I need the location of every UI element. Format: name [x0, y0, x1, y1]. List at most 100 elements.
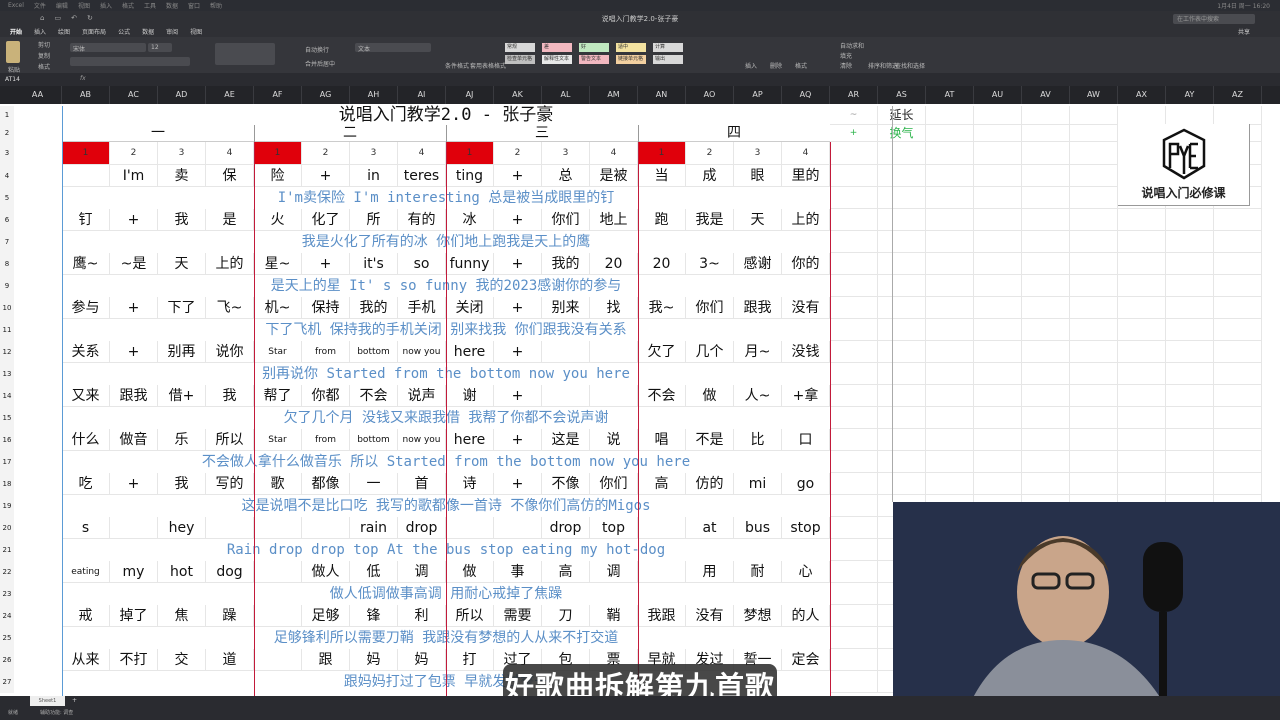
lyric-cell[interactable]: 做: [446, 561, 494, 583]
row-header-13[interactable]: 13: [0, 363, 14, 385]
lyric-cell[interactable]: 打: [446, 649, 494, 671]
empty-cell[interactable]: [1166, 363, 1214, 385]
sort-filter-button[interactable]: 排序和筛选: [868, 61, 898, 70]
empty-cell[interactable]: [1214, 341, 1262, 363]
empty-cell[interactable]: [878, 187, 926, 209]
lyric-cell[interactable]: +: [494, 429, 542, 451]
cell-style-9[interactable]: 输出: [653, 55, 683, 64]
empty-cell[interactable]: [974, 231, 1022, 253]
menu-item-5[interactable]: 格式: [122, 1, 134, 10]
empty-cell[interactable]: [1118, 106, 1166, 125]
lyric-cell[interactable]: 我: [158, 473, 206, 495]
empty-cell[interactable]: [1118, 363, 1166, 385]
lyric-cell[interactable]: 找: [590, 297, 638, 319]
empty-cell[interactable]: [1022, 231, 1070, 253]
lyric-cell[interactable]: 冰: [446, 209, 494, 231]
row-header-19[interactable]: 19: [0, 495, 14, 517]
lyric-cell[interactable]: +: [110, 209, 158, 231]
lyric-cell[interactable]: 你的: [782, 253, 830, 275]
lyric-cell[interactable]: 欠了: [638, 341, 686, 363]
sheet-tab-sheet1[interactable]: Sheet1: [30, 696, 65, 706]
lyric-cell[interactable]: 做音: [110, 429, 158, 451]
empty-cell[interactable]: [1022, 429, 1070, 451]
lyric-cell[interactable]: 锋: [350, 605, 398, 627]
empty-cell[interactable]: [878, 407, 926, 429]
empty-cell[interactable]: [926, 187, 974, 209]
row-header-14[interactable]: 14: [0, 385, 14, 407]
empty-cell[interactable]: [1214, 363, 1262, 385]
beat-cell[interactable]: 2: [494, 142, 542, 165]
empty-cell[interactable]: [926, 125, 974, 142]
lyric-cell[interactable]: 交: [158, 649, 206, 671]
lyric-cell[interactable]: 3~: [686, 253, 734, 275]
empty-cell[interactable]: [974, 165, 1022, 187]
empty-cell[interactable]: [830, 209, 878, 231]
empty-cell[interactable]: [1214, 407, 1262, 429]
lyric-cell[interactable]: [254, 561, 302, 583]
beat-cell[interactable]: 1: [446, 142, 494, 165]
fill-button[interactable]: 填充: [840, 51, 852, 60]
wrap-text-button[interactable]: 自动换行: [305, 45, 329, 54]
row-header-6[interactable]: 6: [0, 209, 14, 231]
tab-2[interactable]: 绘图: [58, 27, 70, 37]
lyric-cell[interactable]: 没有: [782, 297, 830, 319]
lyric-cell[interactable]: 利: [398, 605, 446, 627]
empty-cell[interactable]: [974, 125, 1022, 142]
lyric-cell[interactable]: 定会: [782, 649, 830, 671]
empty-cell[interactable]: [830, 319, 878, 341]
empty-cell[interactable]: [926, 165, 974, 187]
lyric-cell[interactable]: 焦: [158, 605, 206, 627]
empty-cell[interactable]: [830, 165, 878, 187]
empty-cell[interactable]: [926, 363, 974, 385]
lyric-cell[interactable]: 是被: [590, 165, 638, 187]
lyric-cell[interactable]: 比: [734, 429, 782, 451]
lyric-cell[interactable]: [254, 649, 302, 671]
find-select-button[interactable]: 查找和选择: [895, 61, 925, 70]
tab-5[interactable]: 数据: [142, 27, 154, 37]
tab-6[interactable]: 审阅: [166, 27, 178, 37]
lyric-cell[interactable]: 火: [254, 209, 302, 231]
lyric-cell[interactable]: 天: [734, 209, 782, 231]
empty-cell[interactable]: [830, 561, 878, 583]
lyric-cell[interactable]: 别来: [542, 297, 590, 319]
lyric-cell[interactable]: at: [686, 517, 734, 539]
empty-cell[interactable]: [1070, 363, 1118, 385]
empty-cell[interactable]: [1022, 451, 1070, 473]
empty-cell[interactable]: [1118, 341, 1166, 363]
lyric-cell[interactable]: 什么: [62, 429, 110, 451]
empty-cell[interactable]: [1022, 363, 1070, 385]
lyric-cell[interactable]: 我: [206, 385, 254, 407]
empty-cell[interactable]: [878, 319, 926, 341]
lyric-cell[interactable]: 所以: [446, 605, 494, 627]
empty-cell[interactable]: [1070, 341, 1118, 363]
empty-cell[interactable]: [878, 275, 926, 297]
empty-cell[interactable]: [1118, 429, 1166, 451]
lyric-cell[interactable]: 乐: [158, 429, 206, 451]
lyric-cell[interactable]: from: [302, 341, 350, 363]
cell-style-7[interactable]: 警告文本: [579, 55, 609, 64]
lyric-cell[interactable]: hey: [158, 517, 206, 539]
row-header-21[interactable]: 21: [0, 539, 14, 561]
empty-cell[interactable]: [878, 253, 926, 275]
empty-cell[interactable]: [974, 209, 1022, 231]
beat-cell[interactable]: 4: [590, 142, 638, 165]
font-size-select[interactable]: 12: [148, 43, 172, 52]
empty-cell[interactable]: [1022, 275, 1070, 297]
empty-cell[interactable]: [830, 671, 878, 693]
lyric-cell[interactable]: it's: [350, 253, 398, 275]
empty-cell[interactable]: [1070, 165, 1118, 187]
column-header-AL[interactable]: AL: [542, 86, 590, 104]
empty-cell[interactable]: [878, 429, 926, 451]
beat-cell[interactable]: 4: [398, 142, 446, 165]
lyric-cell[interactable]: 心: [782, 561, 830, 583]
lyric-cell[interactable]: 关闭: [446, 297, 494, 319]
lyric-cell[interactable]: bus: [734, 517, 782, 539]
lyric-cell[interactable]: 20: [590, 253, 638, 275]
lyric-cell[interactable]: [542, 385, 590, 407]
beat-cell[interactable]: 1: [638, 142, 686, 165]
lyric-cell[interactable]: [206, 517, 254, 539]
lyric-cell[interactable]: 耐: [734, 561, 782, 583]
empty-cell[interactable]: [1070, 142, 1118, 165]
cell-style-6[interactable]: 解释性文本: [542, 55, 572, 64]
lyric-cell[interactable]: 跑: [638, 209, 686, 231]
